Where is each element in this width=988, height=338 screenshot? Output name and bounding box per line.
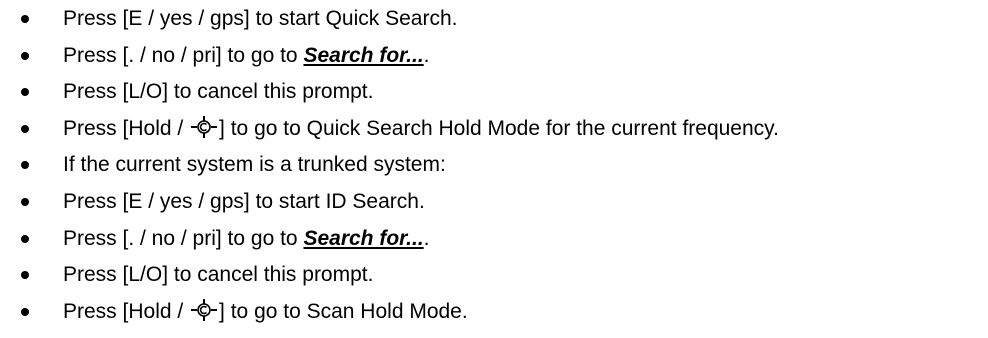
list-item: Press [E / yes / gps] to start ID Search… (0, 188, 988, 225)
bullet-icon (20, 42, 30, 70)
list-item-text: Press [. / no / pri] to go to Search for… (63, 225, 430, 253)
list-item: Press [Hold / ] to go to Scan Hold Mode. (0, 298, 988, 335)
item-text-end: . (423, 43, 430, 67)
list-item: Press [. / no / pri] to go to Search for… (0, 225, 988, 262)
list-item: Press [Hold / ] to go to Quick Search Ho… (0, 115, 988, 152)
item-text: If the current system is a trunked syste… (63, 153, 446, 177)
list-item-text: Press [Hold / ] to go to Scan Hold Mode. (63, 298, 468, 326)
list-item: If the current system is a trunked syste… (0, 151, 988, 188)
bullet-icon (20, 298, 30, 326)
item-text: Press [Hold / (63, 299, 190, 323)
list-item-text: Press [Hold / ] to go to Quick Search Ho… (63, 115, 779, 143)
bullet-icon (20, 151, 30, 179)
bullet-icon (20, 225, 30, 253)
list-item: Press [L/O] to cancel this prompt. (0, 261, 988, 298)
list-item-text: Press [L/O] to cancel this prompt. (63, 78, 373, 106)
search-for-link[interactable]: Search for... (303, 227, 423, 250)
item-text: Press [L/O] to cancel this prompt. (63, 263, 374, 287)
list-item-text: Press [E / yes / gps] to start Quick Sea… (63, 5, 457, 33)
item-text-end: ] to go to Quick Search Hold Mode for th… (219, 116, 779, 140)
item-text-end: . (423, 226, 430, 250)
bullet-icon (20, 5, 30, 33)
item-text: Press [E / yes / gps] to start ID Search… (63, 189, 425, 213)
bullet-icon (20, 261, 30, 289)
document-page: Press [E / yes / gps] to start Quick Sea… (0, 0, 988, 338)
item-text: Press [E / yes / gps] to start Quick Sea… (63, 7, 458, 30)
list-item-text: Press [L/O] to cancel this prompt. (63, 261, 373, 289)
scan-hold-icon (191, 298, 218, 321)
bullet-icon (20, 78, 30, 106)
item-text: Press [L/O] to cancel this prompt. (63, 80, 374, 104)
search-for-link[interactable]: Search for... (303, 44, 423, 67)
list-item: Press [E / yes / gps] to start Quick Sea… (0, 5, 988, 42)
item-text-end: ] to go to Scan Hold Mode. (219, 299, 468, 323)
list-item-text: If the current system is a trunked syste… (63, 151, 446, 179)
item-text: Press [Hold / (63, 116, 190, 140)
bullet-icon (20, 188, 30, 216)
list-item-text: Press [E / yes / gps] to start ID Search… (63, 188, 425, 216)
bullet-list: Press [E / yes / gps] to start Quick Sea… (0, 5, 988, 334)
bullet-icon (20, 115, 30, 143)
list-item-text: Press [. / no / pri] to go to Search for… (63, 42, 430, 70)
list-item: Press [L/O] to cancel this prompt. (0, 78, 988, 115)
list-item: Press [. / no / pri] to go to Search for… (0, 42, 988, 79)
scan-hold-icon (191, 115, 218, 138)
item-text: Press [. / no / pri] to go to (63, 226, 304, 250)
item-text: Press [. / no / pri] to go to (63, 43, 304, 67)
